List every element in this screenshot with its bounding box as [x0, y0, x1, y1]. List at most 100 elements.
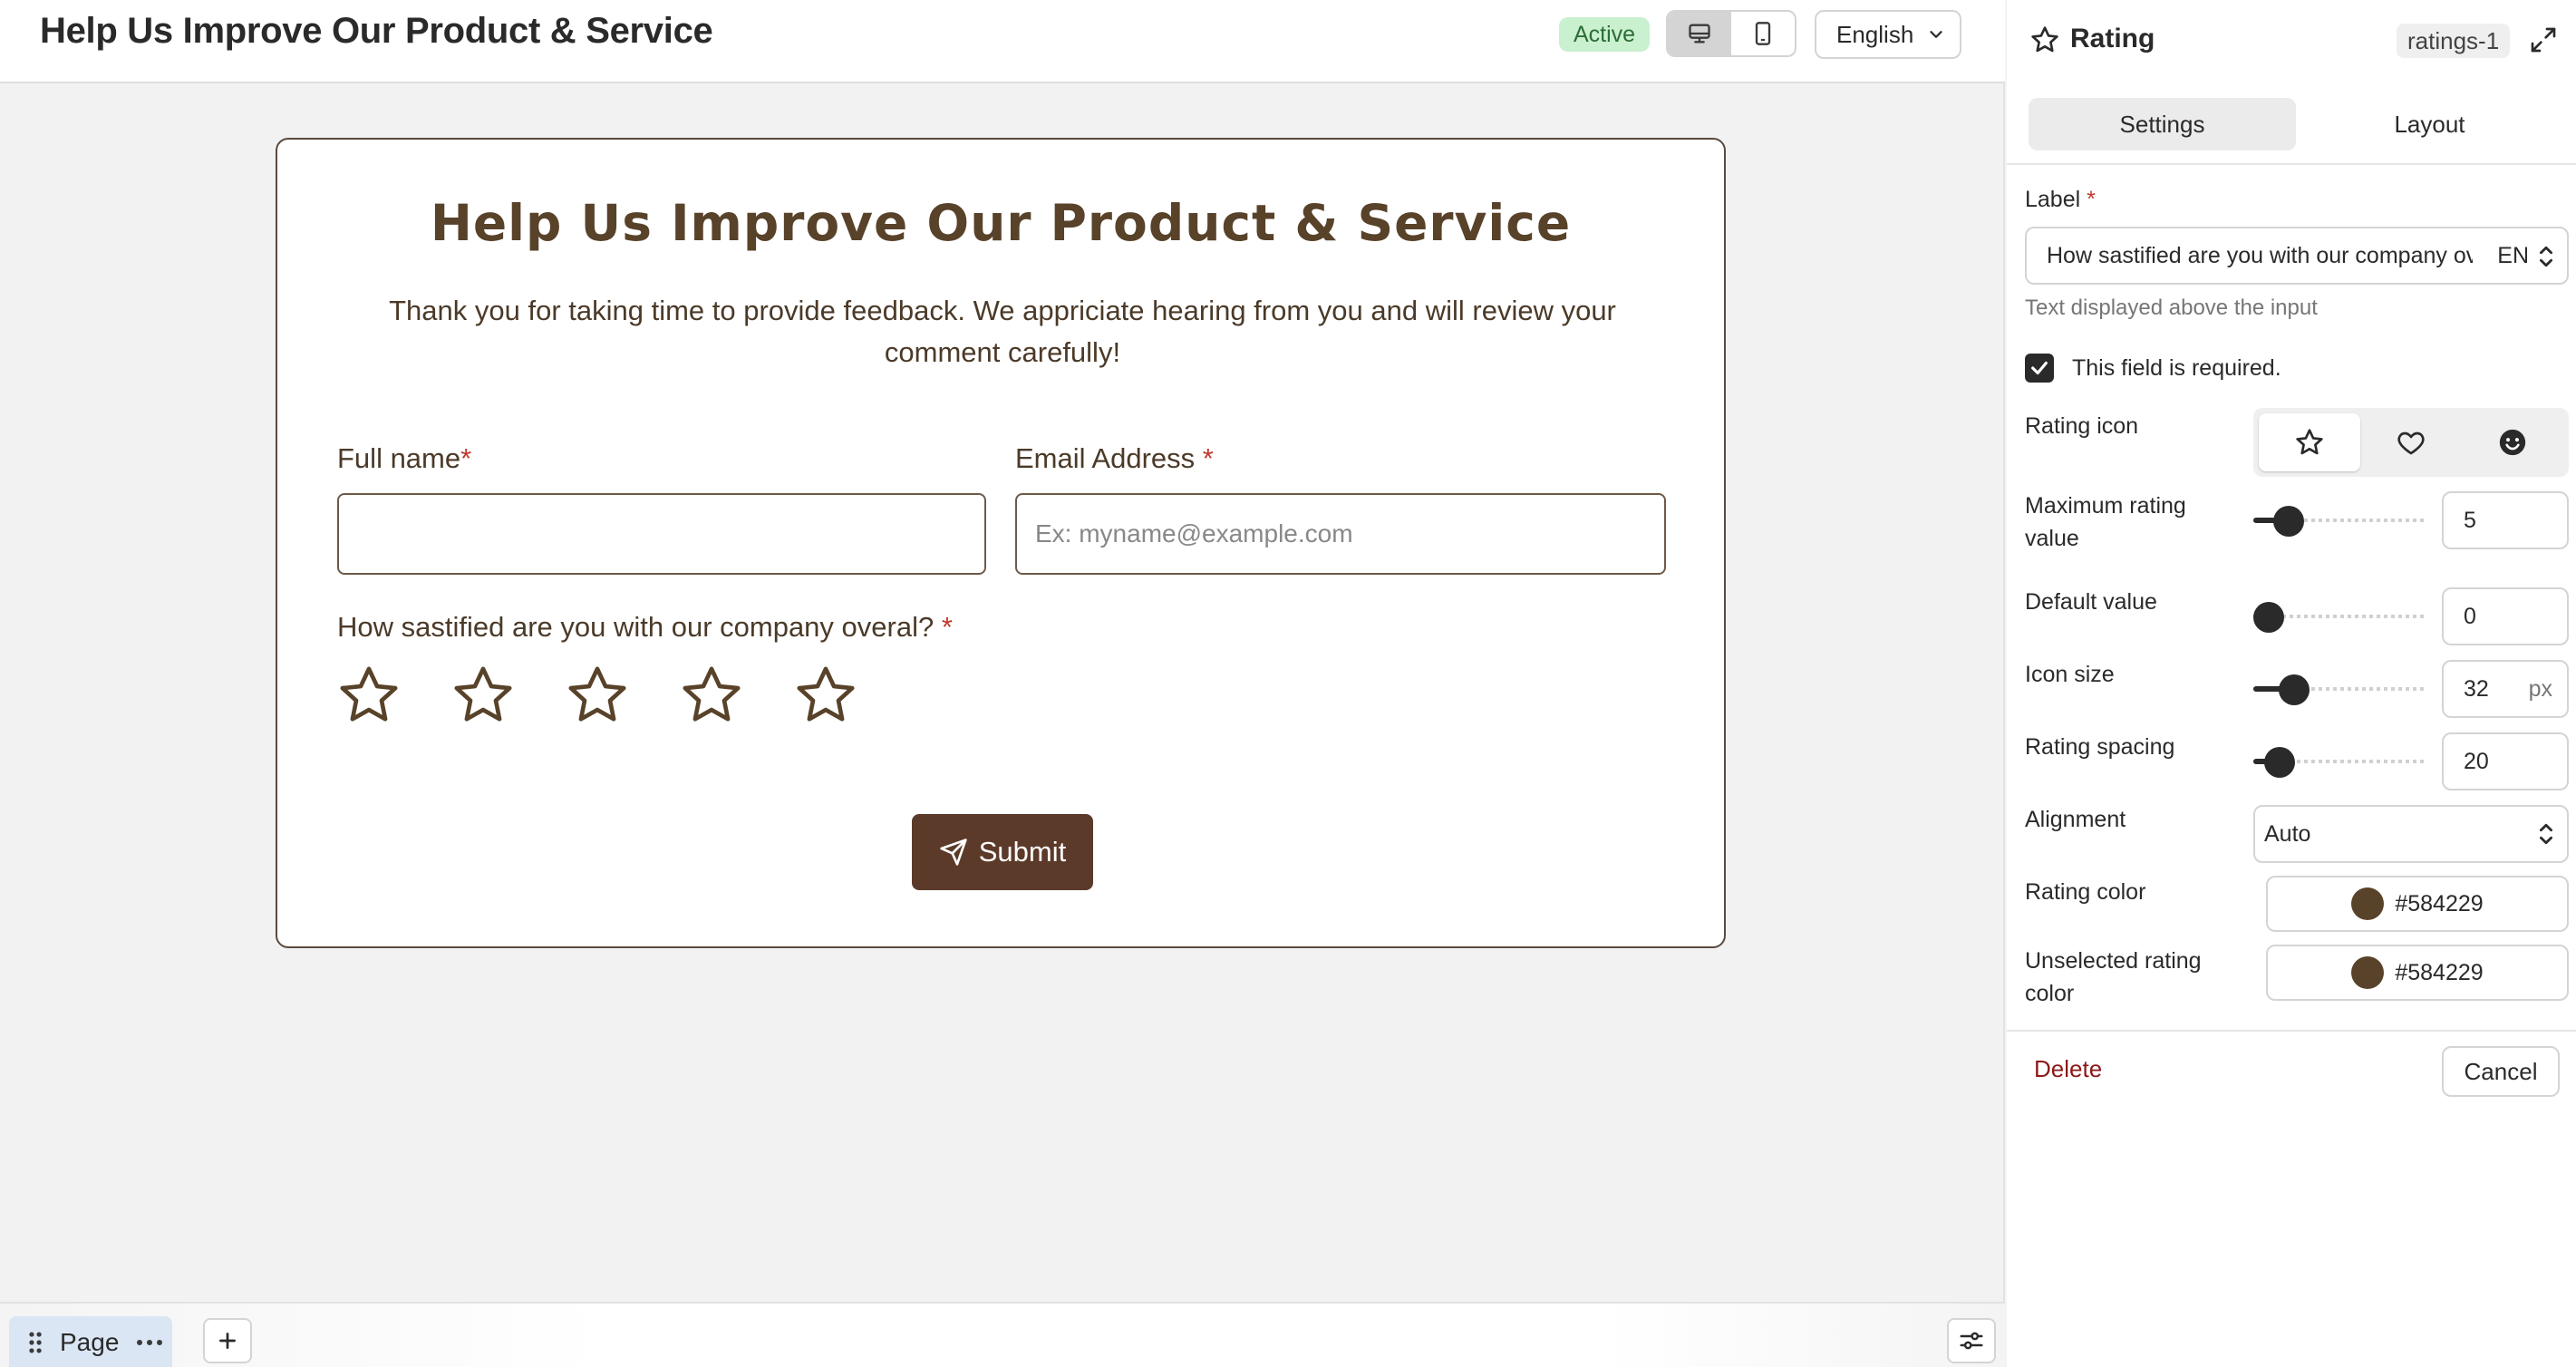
rating-icon-label: Rating icon — [2025, 413, 2139, 439]
divider — [2007, 163, 2576, 165]
page-tab[interactable]: Page — [9, 1316, 172, 1367]
rating-color-value: #584229 — [2395, 890, 2484, 916]
unselected-color-value: #584229 — [2395, 959, 2484, 985]
full-name-label-text: Full name — [337, 442, 461, 474]
rating-color-label: Rating color — [2025, 879, 2146, 905]
star-icon[interactable] — [794, 664, 857, 727]
checkmark-icon — [2031, 361, 2048, 375]
star-icon — [2031, 26, 2058, 53]
email-input[interactable]: Ex: myname@example.com — [1015, 493, 1666, 575]
alignment-value: Auto — [2264, 820, 2311, 847]
email-label: Email Address * — [1015, 442, 1214, 475]
settings-panel: Rating ratings-1 Settings Layout Label *… — [2007, 0, 2576, 1367]
required-marker: * — [2087, 187, 2096, 212]
settings-adjust-button[interactable] — [1947, 1318, 1996, 1363]
max-rating-slider[interactable] — [2253, 506, 2426, 537]
submit-label: Submit — [978, 836, 1067, 868]
drag-handle-icon[interactable] — [27, 1331, 44, 1354]
default-value-input[interactable]: 0 — [2442, 587, 2569, 645]
icon-size-value: 32 — [2464, 676, 2489, 702]
required-checkbox[interactable] — [2025, 354, 2054, 383]
max-rating-value: 5 — [2464, 508, 2476, 533]
sliders-icon — [1960, 1332, 1983, 1350]
device-toggle — [1666, 10, 1796, 57]
star-icon[interactable] — [680, 664, 743, 727]
max-rating-label: Maximum rating value — [2025, 493, 2186, 551]
star-icon[interactable] — [337, 664, 401, 727]
label-language-select[interactable]: EN — [2497, 243, 2554, 269]
rating-color-input[interactable]: #584229 — [2266, 876, 2569, 932]
form-description: Thank you for taking time to provide fee… — [389, 295, 1616, 368]
divider — [2007, 1030, 2576, 1032]
label-input-value: How sastified are you with our company o… — [2047, 242, 2473, 268]
icon-option-star[interactable] — [2259, 413, 2360, 471]
rating-stars — [337, 664, 857, 727]
tab-settings[interactable]: Settings — [2029, 98, 2296, 150]
language-value: English — [1836, 20, 1914, 48]
slider-thumb[interactable] — [2272, 506, 2304, 537]
delete-button[interactable]: Delete — [2034, 1055, 2102, 1083]
full-name-input[interactable] — [337, 493, 986, 575]
tab-layout[interactable]: Layout — [2296, 98, 2563, 150]
form-editor: Help Us Improve Our Product & Service Ac… — [0, 0, 2005, 1367]
page-title: Help Us Improve Our Product & Service — [40, 11, 713, 51]
star-icon[interactable] — [566, 664, 629, 727]
submit-button[interactable]: Submit — [912, 814, 1093, 890]
unselected-color-input[interactable]: #584229 — [2266, 945, 2569, 1001]
required-checkbox-label: This field is required. — [2072, 355, 2281, 381]
default-value-slider[interactable] — [2253, 602, 2426, 633]
label-language-value: EN — [2497, 243, 2529, 268]
page-tab-label: Page — [60, 1328, 120, 1356]
icon-size-unit: px — [2528, 676, 2552, 702]
slider-thumb[interactable] — [2279, 674, 2310, 705]
star-icon[interactable] — [451, 664, 515, 727]
chevron-updown-icon — [2540, 823, 2552, 845]
form-title: Help Us Improve Our Product & Service — [430, 194, 1572, 252]
alignment-label: Alignment — [2025, 807, 2126, 832]
language-select[interactable]: English — [1815, 10, 1961, 59]
color-swatch[interactable] — [2351, 956, 2385, 989]
label-help-text: Text displayed above the input — [2025, 296, 2318, 320]
cancel-button[interactable]: Cancel — [2442, 1046, 2560, 1097]
icon-option-heart[interactable] — [2360, 413, 2462, 471]
plus-icon — [219, 1333, 236, 1349]
email-label-text: Email Address — [1015, 442, 1196, 474]
icon-size-input[interactable]: 32 px — [2442, 660, 2569, 718]
required-marker: * — [460, 442, 472, 474]
bottom-bar: Page — [0, 1302, 2005, 1367]
rating-spacing-value: 20 — [2464, 749, 2489, 774]
full-name-label: Full name* — [337, 442, 471, 475]
star-icon — [2296, 429, 2323, 455]
rating-question-text: How sastified are you with our company o… — [337, 611, 935, 643]
max-rating-input[interactable]: 5 — [2442, 491, 2569, 549]
panel-header: Rating ratings-1 — [2007, 0, 2576, 82]
slider-thumb[interactable] — [2264, 747, 2296, 778]
heart-icon — [2397, 431, 2425, 455]
icon-size-slider[interactable] — [2253, 674, 2426, 705]
rating-spacing-input[interactable]: 20 — [2442, 732, 2569, 790]
panel-tabs: Settings Layout — [2029, 98, 2563, 150]
desktop-icon — [1689, 24, 1710, 44]
required-marker: * — [941, 611, 953, 643]
desktop-view-button[interactable] — [1668, 12, 1731, 55]
label-input[interactable]: How sastified are you with our company o… — [2025, 227, 2569, 285]
add-page-button[interactable] — [203, 1318, 252, 1363]
smiley-icon — [2499, 429, 2526, 456]
status-badge: Active — [1559, 17, 1651, 52]
top-bar: Help Us Improve Our Product & Service Ac… — [0, 0, 2005, 83]
color-swatch[interactable] — [2351, 887, 2385, 920]
default-value-label: Default value — [2025, 589, 2157, 615]
panel-title: Rating — [2070, 24, 2155, 53]
rating-spacing-slider[interactable] — [2253, 747, 2426, 778]
element-id-badge: ratings-1 — [2397, 24, 2511, 58]
slider-thumb[interactable] — [2253, 602, 2284, 633]
default-value-value: 0 — [2464, 604, 2476, 629]
more-options-icon[interactable] — [135, 1338, 164, 1347]
form-card[interactable]: Help Us Improve Our Product & Service Th… — [276, 138, 1726, 948]
mobile-view-button[interactable] — [1731, 12, 1795, 55]
unselected-color-label: Unselected rating color — [2025, 948, 2202, 1006]
alignment-select[interactable]: Auto — [2253, 805, 2569, 863]
icon-option-smiley[interactable] — [2462, 413, 2563, 471]
expand-icon[interactable] — [2529, 25, 2558, 54]
required-marker: * — [1202, 442, 1214, 474]
